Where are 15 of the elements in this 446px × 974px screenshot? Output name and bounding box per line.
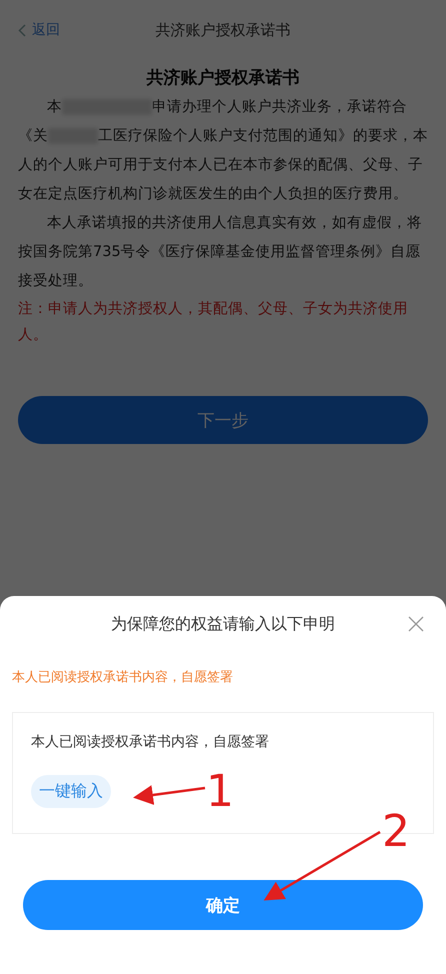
- input-value: 本人已阅读授权承诺书内容，自愿签署: [31, 733, 269, 751]
- page-title: 共济账户授权承诺书: [156, 20, 290, 40]
- annotation-number: 1: [206, 770, 234, 814]
- close-icon[interactable]: [408, 616, 424, 632]
- document-paragraph: 本 申请办理个人账户共济业务，承诺符合《关 工医疗保险个人账户支付范围的通知》的要求，本人的个人账户可用于支付本人已在本市参保的配偶、父母、子女在定点医疗机构门诊就医发生的由个人负担的医疗费用。: [18, 98, 428, 204]
- note-text: 注：申请人为共济授权人，其配偶、父母、子女为共济使用人。: [18, 300, 409, 345]
- back-link[interactable]: 返回: [18, 21, 60, 39]
- document-title: 共济账户授权承诺书: [146, 67, 300, 89]
- confirm-button[interactable]: 确定: [23, 880, 423, 930]
- statement-text: 本人已阅读授权承诺书内容，自愿签署: [12, 669, 234, 686]
- quick-input-button[interactable]: 一键输入: [31, 775, 111, 808]
- document-paragraph: 本人承诺填报的共济使用人信息真实有效，如有虚假，将按国务院第735号令《医疗保障基金使用监督管理条例》自愿接受处理。: [18, 214, 423, 291]
- next-step-button[interactable]: 下一步: [18, 396, 428, 444]
- dialog-title: 为保障您的权益请输入以下申明: [111, 614, 335, 634]
- chevron-left-icon: [18, 24, 26, 36]
